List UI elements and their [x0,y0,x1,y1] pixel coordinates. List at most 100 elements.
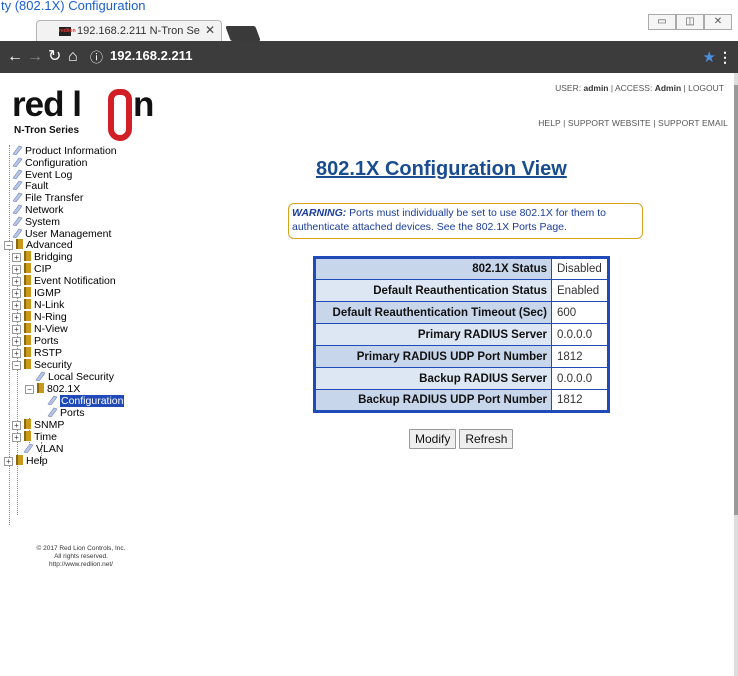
sidebar-item-8021x-ports[interactable]: Ports [46,407,85,419]
row-label: Primary RADIUS Server [314,323,552,346]
reload-icon[interactable]: ↻ [48,48,61,66]
table-row: Default Reauthentication Timeout (Sec) 60… [314,301,609,324]
new-tab-button[interactable] [225,26,261,41]
sidebar-item-label: SNMP [34,419,65,431]
sidebar-item-product-information[interactable]: Product Information [11,145,117,157]
sidebar-item-ports[interactable]: + Ports [12,335,59,347]
collapse-icon[interactable]: − [12,361,21,370]
sidebar-item-advanced[interactable]: − Advanced [4,239,73,251]
expand-icon[interactable]: + [12,337,21,346]
forward-icon[interactable]: → [27,48,43,66]
sidebar-item-label: CIP [34,263,52,275]
sidebar-item-label: Event Notification [34,275,116,287]
expand-icon[interactable]: + [12,421,21,430]
sidebar-item-file-transfer[interactable]: File Transfer [11,192,83,204]
sidebar-item-system[interactable]: System [11,216,60,228]
page-icon [11,169,23,180]
sidebar-item-8021x-configuration[interactable]: Configuration [46,395,125,407]
maximize-icon[interactable]: ◫ [676,14,704,30]
home-icon[interactable]: ⌂ [68,48,78,66]
address-bar[interactable]: ⓘ 192.168.2.211 [88,45,724,67]
back-icon[interactable]: ← [7,48,23,66]
folder-icon [24,431,31,441]
row-value: Disabled [551,257,609,280]
sidebar-item-label: N-Ring [34,311,67,323]
page-content: red l n N-Tron Series USER: admin | ACCE… [0,73,734,676]
folder-icon [16,455,23,465]
table-row: 802.1X Status Disabled [314,257,609,280]
sidebar-item-8021x[interactable]: − 802.1X [25,383,80,395]
sidebar-item-n-view[interactable]: + N-View [12,323,68,335]
folder-open-icon [16,239,23,249]
expand-icon[interactable]: + [4,457,13,466]
sidebar-item-fault[interactable]: Fault [11,180,48,192]
folder-icon [24,419,31,429]
sidebar-item-bridging[interactable]: + Bridging [12,251,73,263]
expand-icon[interactable]: + [12,253,21,262]
sidebar-item-n-link[interactable]: + N-Link [12,299,64,311]
sidebar-item-label: Network [25,204,64,216]
tab-bar: redlion 192.168.2.211 N-Tron Se ✕ ▭ ◫ ✕ [0,14,738,42]
sidebar-item-snmp[interactable]: + SNMP [12,419,64,431]
close-window-icon[interactable]: ✕ [704,14,732,30]
support-email-link[interactable]: SUPPORT EMAIL [658,118,728,128]
sidebar-item-n-ring[interactable]: + N-Ring [12,311,67,323]
sidebar-item-rstp[interactable]: + RSTP [12,347,62,359]
expand-icon[interactable]: + [12,313,21,322]
scrollbar-thumb[interactable] [734,85,738,515]
row-label: Backup RADIUS Server [314,367,552,390]
expand-icon[interactable]: + [12,325,21,334]
logo-text-n: n [133,85,154,124]
sidebar-item-label-selected: Configuration [60,395,125,407]
copyright-line: All rights reserved. [54,553,108,560]
sidebar-item-help[interactable]: + Help [4,455,48,467]
sidebar-item-label: Fault [25,180,49,192]
row-value: 0.0.0.0 [551,367,609,390]
expand-icon[interactable]: + [12,349,21,358]
modify-button[interactable]: Modify [409,429,457,449]
sidebar-item-time[interactable]: + Time [12,431,57,443]
sidebar-item-event-notification[interactable]: + Event Notification [12,275,116,287]
sidebar-item-cip[interactable]: + CIP [12,263,52,275]
window-controls: ▭ ◫ ✕ [648,14,732,30]
expand-icon[interactable]: + [12,277,21,286]
bookmark-star-icon[interactable]: ★ [703,48,716,66]
menu-icon[interactable]: ⋮ [718,49,732,66]
tab-close-icon[interactable]: ✕ [205,23,215,37]
sidebar-item-igmp[interactable]: + IGMP [12,287,61,299]
help-bar: HELP | SUPPORT WEBSITE | SUPPORT EMAIL [538,118,728,128]
expand-icon[interactable]: + [12,289,21,298]
folder-icon [24,263,31,273]
sidebar-item-security[interactable]: − Security [12,359,72,371]
sidebar-item-label: Product Information [25,145,117,157]
sidebar-item-label: File Transfer [25,192,84,204]
support-website-link[interactable]: SUPPORT WEBSITE [568,118,651,128]
row-value: 600 [551,301,609,324]
folder-icon [24,299,31,309]
sidebar-item-vlan[interactable]: VLAN [22,443,63,455]
url-text[interactable]: 192.168.2.211 [110,48,192,63]
sidebar-item-configuration[interactable]: Configuration [11,157,87,169]
collapse-icon[interactable]: − [25,385,34,394]
expand-icon[interactable]: + [12,433,21,442]
help-link[interactable]: HELP [538,118,560,128]
row-label: Default Reauthentication Status [314,279,552,302]
expand-icon[interactable]: + [12,301,21,310]
sidebar-item-label: Ports [60,407,85,419]
copyright-link[interactable]: http://www.redlion.net/ [6,561,156,569]
sidebar-item-network[interactable]: Network [11,204,64,216]
info-icon[interactable]: ⓘ [90,47,103,66]
sidebar-item-label: N-Link [34,299,65,311]
sidebar-item-label: Local Security [48,371,114,383]
browser-tab[interactable]: redlion 192.168.2.211 N-Tron Se ✕ [36,20,222,42]
refresh-button[interactable]: Refresh [459,429,514,449]
logout-link[interactable]: LOGOUT [688,83,724,93]
minimize-icon[interactable]: ▭ [648,14,676,30]
redlion-logo[interactable]: red l n N-Tron Series [12,85,154,143]
row-value: 1812 [551,389,609,412]
collapse-icon[interactable]: − [4,241,13,250]
table-row: Backup RADIUS UDP Port Number 1812 [314,389,609,412]
user-label: USER: [555,83,582,93]
expand-icon[interactable]: + [12,265,21,274]
sidebar-item-local-security[interactable]: Local Security [34,371,114,383]
